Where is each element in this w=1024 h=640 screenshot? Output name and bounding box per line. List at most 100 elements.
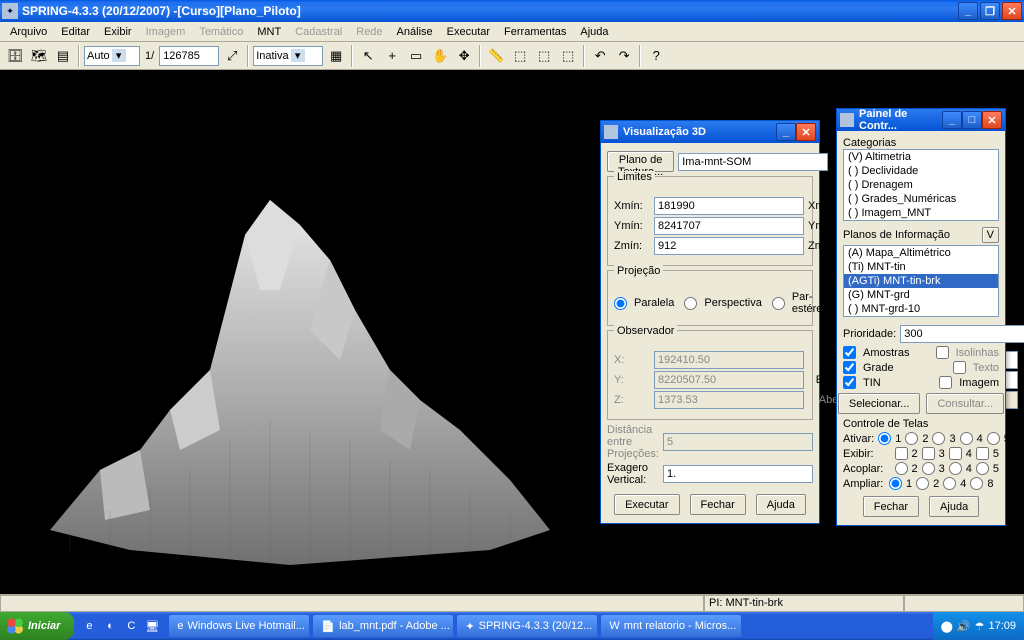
- menu-imagem[interactable]: Imagem: [140, 24, 192, 40]
- menu-analise[interactable]: Análise: [391, 24, 439, 40]
- viz3d-minimize[interactable]: _: [776, 123, 796, 141]
- db-icon[interactable]: 🗄: [4, 45, 26, 67]
- radio-paralela[interactable]: [614, 297, 627, 310]
- cat-item[interactable]: ( ) Declividade: [844, 164, 998, 178]
- ativar-2[interactable]: [905, 432, 918, 445]
- arrows-icon[interactable]: ✥: [453, 45, 475, 67]
- tray-icon[interactable]: 🔊: [957, 620, 971, 633]
- check-grade[interactable]: [843, 361, 856, 374]
- task-button[interactable]: Wmnt relatorio - Micros...: [601, 615, 741, 637]
- acoplar-3[interactable]: [922, 462, 935, 475]
- selecionar-button[interactable]: Selecionar...: [838, 393, 921, 414]
- plano-item[interactable]: (Ti) MNT-tin: [844, 260, 998, 274]
- task-button[interactable]: ✦SPRING-4.3.3 (20/12...: [457, 615, 597, 637]
- ativar-4[interactable]: [960, 432, 973, 445]
- exibir-3[interactable]: [922, 447, 935, 460]
- auto-combo[interactable]: Auto▾: [84, 46, 140, 66]
- cat-item[interactable]: ( ) Imagem_MNT: [844, 206, 998, 220]
- categorias-list[interactable]: (V) Altimetria ( ) Declividade ( ) Drena…: [843, 149, 999, 221]
- task-button[interactable]: 📄lab_mnt.pdf - Adobe ...: [313, 615, 453, 637]
- viz3d-titlebar[interactable]: Visualização 3D _ ✕: [601, 121, 819, 143]
- viz3d-close[interactable]: ✕: [796, 123, 816, 141]
- ampliar-1[interactable]: [889, 477, 902, 490]
- ativar-3[interactable]: [932, 432, 945, 445]
- restore-button[interactable]: ❐: [980, 2, 1000, 20]
- acoplar-5[interactable]: [976, 462, 989, 475]
- check-texto[interactable]: [953, 361, 966, 374]
- executar-button[interactable]: Executar: [614, 494, 679, 515]
- undo-icon[interactable]: ↶: [589, 45, 611, 67]
- ie-icon[interactable]: e: [80, 617, 98, 635]
- exibir-4[interactable]: [949, 447, 962, 460]
- check-imagem[interactable]: [939, 376, 952, 389]
- plano-item[interactable]: ( ) MNT-grd-10: [844, 302, 998, 316]
- ampliar-2[interactable]: [916, 477, 929, 490]
- task-button[interactable]: eWindows Live Hotmail...: [169, 615, 309, 637]
- plano-item[interactable]: (G) MNT-grd: [844, 288, 998, 302]
- exibir-5[interactable]: [976, 447, 989, 460]
- zmin-input[interactable]: [654, 237, 804, 255]
- painel-titlebar[interactable]: Painel de Contr... _ □ ✕: [837, 109, 1005, 131]
- zoom-full-icon[interactable]: ⤢: [221, 45, 243, 67]
- menu-ajuda[interactable]: Ajuda: [574, 24, 614, 40]
- plano-item[interactable]: (AGTi) MNT-tin-brk: [844, 274, 998, 288]
- select2-icon[interactable]: ⬚: [533, 45, 555, 67]
- grid-icon[interactable]: ▦: [325, 45, 347, 67]
- xmin-input[interactable]: [654, 197, 804, 215]
- acoplar-2[interactable]: [895, 462, 908, 475]
- plano-textura-input[interactable]: [678, 153, 828, 171]
- select3-icon[interactable]: ⬚: [557, 45, 579, 67]
- close-button[interactable]: ✕: [1002, 2, 1022, 20]
- layer-combo[interactable]: Inativa▾: [253, 46, 323, 66]
- tray-icon[interactable]: ⬤: [941, 620, 953, 633]
- fechar-button[interactable]: Fechar: [690, 494, 746, 515]
- check-tin[interactable]: [843, 376, 856, 389]
- menu-arquivo[interactable]: Arquivo: [4, 24, 53, 40]
- ativar-1[interactable]: [878, 432, 891, 445]
- minimize-button[interactable]: _: [958, 2, 978, 20]
- ativar-5[interactable]: [987, 432, 1000, 445]
- planos-list[interactable]: (A) Mapa_Altimétrico (Ti) MNT-tin (AGTi)…: [843, 245, 999, 317]
- scale-input[interactable]: 126785: [159, 46, 219, 66]
- measure-icon[interactable]: 📏: [485, 45, 507, 67]
- system-tray[interactable]: ⬤ 🔊 ☂ 17:09: [933, 612, 1024, 640]
- exibir-2[interactable]: [895, 447, 908, 460]
- check-isolinhas[interactable]: [936, 346, 949, 359]
- plus-icon[interactable]: +: [381, 45, 403, 67]
- ajuda-button[interactable]: Ajuda: [756, 494, 806, 515]
- radio-parestereo[interactable]: [772, 297, 785, 310]
- plano-item[interactable]: (A) Mapa_Altimétrico: [844, 246, 998, 260]
- menu-mnt[interactable]: MNT: [251, 24, 287, 40]
- ampliar-4[interactable]: [943, 477, 956, 490]
- ymin-input[interactable]: [654, 217, 804, 235]
- plano-textura-button[interactable]: Plano de Textura...: [607, 151, 674, 172]
- cursor-icon[interactable]: ↖: [357, 45, 379, 67]
- ql-icon[interactable]: 🖥: [143, 617, 161, 635]
- cat-item[interactable]: ( ) Drenagem: [844, 178, 998, 192]
- menu-executar[interactable]: Executar: [441, 24, 496, 40]
- cat-item[interactable]: ( ) Grades_Numéricas: [844, 192, 998, 206]
- layers-icon[interactable]: ▤: [52, 45, 74, 67]
- zoom-area-icon[interactable]: ▭: [405, 45, 427, 67]
- painel-ajuda-button[interactable]: Ajuda: [929, 496, 979, 517]
- painel-maximize[interactable]: □: [962, 111, 982, 129]
- planos-v-button[interactable]: V: [982, 227, 999, 243]
- start-button[interactable]: Iniciar: [0, 612, 74, 640]
- pan-icon[interactable]: ✋: [429, 45, 451, 67]
- acoplar-4[interactable]: [949, 462, 962, 475]
- menu-ferramentas[interactable]: Ferramentas: [498, 24, 572, 40]
- check-amostras[interactable]: [843, 346, 856, 359]
- menu-exibir[interactable]: Exibir: [98, 24, 138, 40]
- cat-item[interactable]: (V) Altimetria: [844, 150, 998, 164]
- painel-minimize[interactable]: _: [942, 111, 962, 129]
- radio-perspectiva[interactable]: [684, 297, 697, 310]
- clock[interactable]: 17:09: [988, 620, 1016, 632]
- tray-icon[interactable]: ☂: [975, 620, 985, 633]
- map-icon[interactable]: 🗺: [28, 45, 50, 67]
- menu-tematico[interactable]: Temático: [193, 24, 249, 40]
- menu-editar[interactable]: Editar: [55, 24, 96, 40]
- painel-close[interactable]: ✕: [982, 111, 1002, 129]
- redo-icon[interactable]: ↷: [613, 45, 635, 67]
- ql-icon[interactable]: C: [122, 617, 140, 635]
- painel-fechar-button[interactable]: Fechar: [863, 496, 919, 517]
